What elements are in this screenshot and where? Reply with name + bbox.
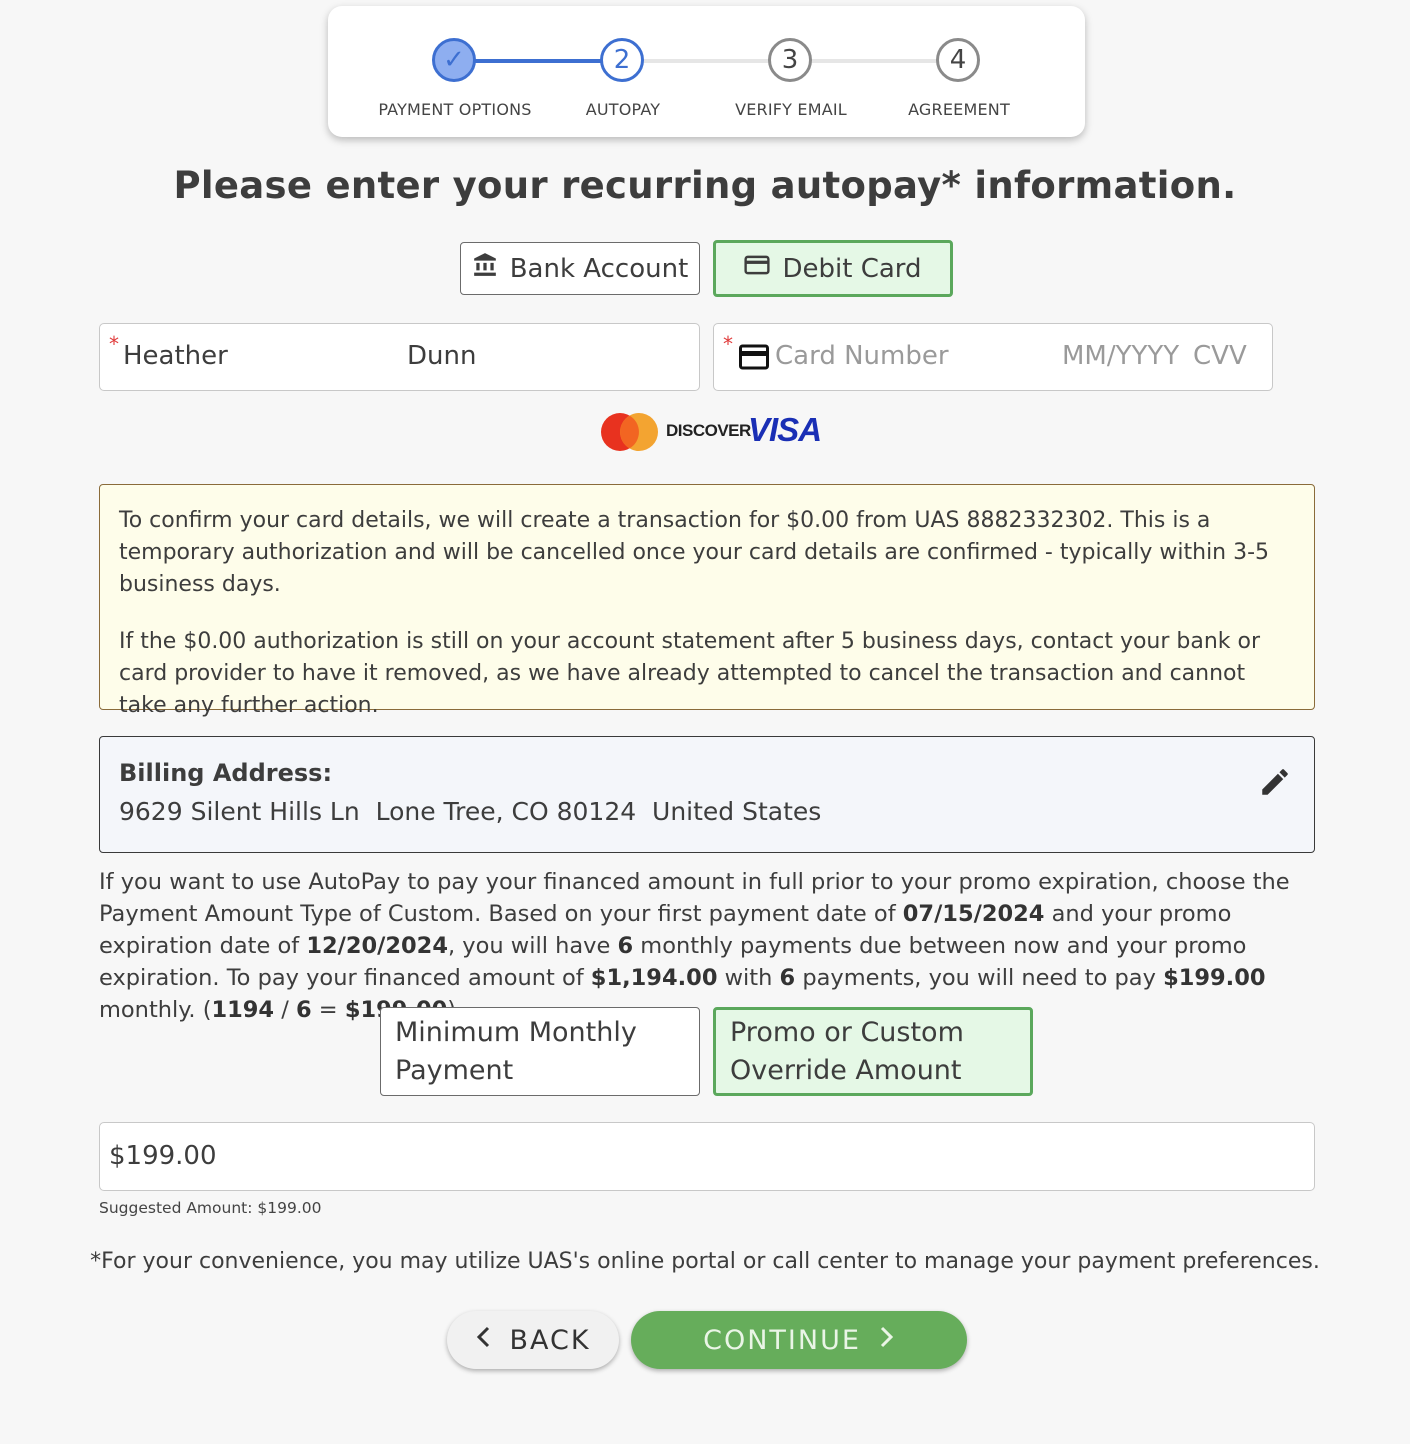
step-3-circle: 3 <box>768 38 812 82</box>
first-payment-date: 07/15/2024 <box>902 901 1045 927</box>
credit-card-icon <box>744 253 771 284</box>
bank-icon <box>472 252 498 285</box>
custom-override-amount-toggle[interactable]: Promo or Custom Override Amount <box>713 1007 1033 1096</box>
minimum-monthly-payment-toggle[interactable]: Minimum Monthly Payment <box>380 1007 700 1096</box>
notice-paragraph-1: To confirm your card details, we will cr… <box>119 508 1270 597</box>
monthly-amount: $199.00 <box>1163 965 1266 991</box>
info-text: monthly. ( <box>99 997 212 1023</box>
step-connector-complete <box>454 59 622 63</box>
payment-amount-input[interactable]: $199.00 <box>99 1122 1315 1191</box>
payment-amount-value: $199.00 <box>109 1141 217 1171</box>
required-marker: * <box>723 332 733 356</box>
autopay-info-text: If you want to use AutoPay to pay your f… <box>99 866 1315 1026</box>
step-4-circle: 4 <box>936 38 980 82</box>
progress-stepper: ✓ 2 3 4 PAYMENT OPTIONS AUTOPAY VERIFY E… <box>328 6 1085 137</box>
info-text: / <box>274 997 296 1023</box>
back-button[interactable]: BACK <box>447 1311 619 1369</box>
card-expiry-input[interactable]: MM/YYYY <box>1062 341 1179 371</box>
last-name-input[interactable]: Dunn <box>407 341 476 371</box>
continue-label: CONTINUE <box>703 1324 861 1356</box>
info-text: = <box>311 997 345 1023</box>
info-text: with <box>717 965 780 991</box>
card-number-input[interactable]: Card Number <box>775 341 949 371</box>
continue-button[interactable]: CONTINUE <box>631 1311 967 1369</box>
first-name-input[interactable]: Heather <box>123 341 228 371</box>
bank-account-label: Bank Account <box>509 253 689 284</box>
minimum-monthly-payment-label: Minimum Monthly Payment <box>395 1017 637 1086</box>
cardholder-name-field: * Heather Dunn <box>99 323 700 391</box>
step-3-number: 3 <box>781 45 799 75</box>
step-4-number: 4 <box>949 45 967 75</box>
debit-card-label: Debit Card <box>782 253 922 284</box>
financed-amount: $1,194.00 <box>590 965 718 991</box>
mastercard-logo <box>600 412 662 452</box>
payments-count: 6 <box>617 933 634 959</box>
footnote: *For your convenience, you may utilize U… <box>90 1249 1320 1274</box>
page-title: Please enter your recurring autopay* inf… <box>173 164 1237 207</box>
custom-override-amount-label: Promo or Custom Override Amount <box>730 1017 964 1086</box>
card-icon <box>739 344 769 374</box>
step-1-marker: ✓ <box>443 45 465 75</box>
back-label: BACK <box>509 1324 591 1356</box>
notice-paragraph-2: If the $0.00 authorization is still on y… <box>119 629 1261 718</box>
suggested-amount: Suggested Amount: $199.00 <box>99 1199 322 1217</box>
bank-account-toggle[interactable]: Bank Account <box>460 242 700 295</box>
billing-address-text: 9629 Silent Hills Ln Lone Tree, CO 80124… <box>119 797 822 826</box>
payments-count: 6 <box>779 965 796 991</box>
promo-expiration-date: 12/20/2024 <box>306 933 448 959</box>
info-text: , you will have <box>448 933 618 959</box>
debit-card-toggle[interactable]: Debit Card <box>713 240 953 297</box>
step-2-number: 2 <box>613 45 631 75</box>
step-2-circle: 2 <box>600 38 644 82</box>
authorization-notice: To confirm your card details, we will cr… <box>99 484 1315 718</box>
calc-total: 1194 <box>211 997 275 1023</box>
discover-logo: DISCOVER <box>666 421 751 440</box>
card-cvv-input[interactable]: CVV <box>1193 341 1247 371</box>
card-details-field: * Card Number MM/YYYY CVV <box>713 323 1273 391</box>
edit-pencil-icon[interactable] <box>1258 765 1292 799</box>
billing-heading: Billing Address: <box>119 759 333 787</box>
billing-address-card: Billing Address: 9629 Silent Hills Ln Lo… <box>99 736 1315 853</box>
step-4-label: AGREEMENT <box>908 100 1010 119</box>
visa-logo: VISA <box>748 411 822 448</box>
step-1-check-icon: ✓ <box>432 38 476 82</box>
required-marker: * <box>109 332 119 356</box>
chevron-left-icon <box>475 1325 491 1356</box>
info-text: payments, you will need to pay <box>795 965 1164 991</box>
calc-count: 6 <box>295 997 312 1023</box>
chevron-right-icon <box>879 1325 895 1356</box>
